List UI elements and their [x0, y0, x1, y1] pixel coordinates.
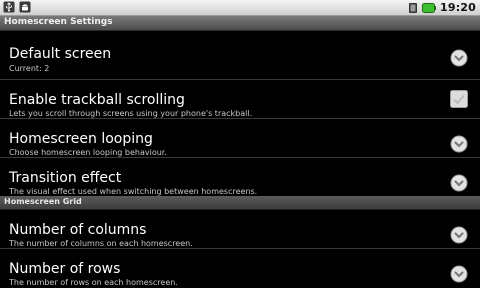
pref-title: Transition effect [9, 170, 122, 186]
status-bar: 19:20 [0, 0, 480, 16]
pref-title: Number of rows [9, 261, 121, 277]
signal-icon [408, 2, 417, 13]
pref-default-screen[interactable]: Default screen Current: 2 [0, 31, 480, 80]
chevron-down-icon[interactable] [450, 265, 468, 283]
chevron-down-icon[interactable] [450, 226, 468, 244]
pref-summary: The number of columns on each homescreen… [9, 239, 193, 248]
section-header-homescreen-grid: Homescreen Grid [0, 196, 480, 210]
pref-title: Number of columns [9, 222, 147, 238]
checkbox-icon[interactable] [450, 90, 468, 108]
clock: 19:20 [439, 1, 476, 14]
pref-summary: The visual effect used when switching be… [9, 187, 258, 196]
usb-icon [3, 1, 15, 13]
chevron-down-icon[interactable] [450, 174, 468, 192]
battery-icon [421, 2, 436, 13]
pref-homescreen-looping[interactable]: Homescreen looping Choose homescreen loo… [0, 119, 480, 158]
pref-summary: Lets you scroll through screens using yo… [9, 109, 253, 118]
pref-number-of-columns[interactable]: Number of columns The number of columns … [0, 210, 480, 249]
window-title: Homescreen Settings [4, 17, 113, 27]
pref-number-of-rows[interactable]: Number of rows The number of rows on eac… [0, 249, 480, 287]
preferences-list: Default screen Current: 2 Enable trackba… [0, 31, 480, 287]
pref-summary: The number of rows on each homescreen. [9, 278, 178, 287]
section-title: Homescreen Grid [4, 197, 82, 206]
pref-title: Homescreen looping [9, 131, 153, 147]
window-title-bar: Homescreen Settings [0, 16, 480, 31]
pref-transition-effect[interactable]: Transition effect The visual effect used… [0, 158, 480, 196]
chevron-down-icon[interactable] [450, 49, 468, 67]
pref-summary: Choose homescreen looping behaviour. [9, 148, 167, 157]
chevron-down-icon[interactable] [450, 135, 468, 153]
pref-trackball-scrolling[interactable]: Enable trackball scrolling Lets you scro… [0, 80, 480, 119]
android-debug-icon [19, 1, 31, 13]
pref-title: Default screen [9, 46, 112, 62]
pref-title: Enable trackball scrolling [9, 92, 185, 108]
pref-summary: Current: 2 [9, 64, 50, 73]
